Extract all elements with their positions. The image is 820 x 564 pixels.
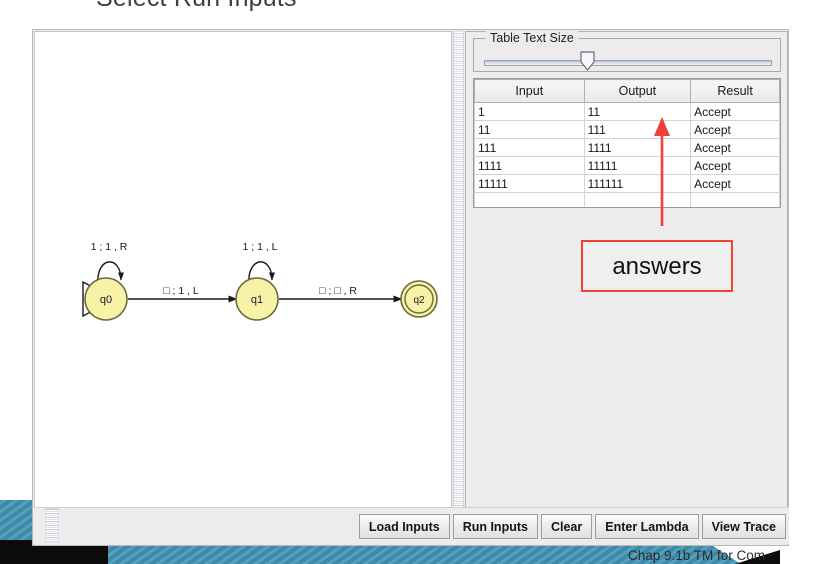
table-row: 1 11 Accept bbox=[474, 102, 780, 121]
cell-input[interactable] bbox=[474, 192, 585, 207]
action-buttons: Load Inputs Run Inputs Clear Enter Lambd… bbox=[358, 514, 786, 539]
view-trace-button[interactable]: View Trace bbox=[701, 514, 786, 539]
results-table: Input Output Result 1 11 Accept 11 111 A… bbox=[474, 79, 780, 207]
run-inputs-pane: Table Text Size Input Output Result 1 11… bbox=[465, 31, 788, 509]
enter-lambda-button[interactable]: Enter Lambda bbox=[595, 514, 699, 539]
transition-label-q1-q2: □ ; □ , R bbox=[319, 285, 357, 297]
cell-result[interactable]: Accept bbox=[690, 120, 780, 139]
table-text-size-slider[interactable] bbox=[484, 51, 772, 71]
table-row: 111 1111 Accept bbox=[474, 138, 780, 157]
cell-result[interactable]: Accept bbox=[690, 102, 780, 121]
cell-input[interactable]: 1111 bbox=[474, 156, 585, 175]
cell-output[interactable]: 111111 bbox=[583, 174, 692, 193]
column-header-result[interactable]: Result bbox=[690, 79, 780, 103]
cell-result[interactable]: Accept bbox=[690, 138, 780, 157]
slider-thumb[interactable] bbox=[580, 51, 595, 71]
cell-result[interactable]: Accept bbox=[690, 174, 780, 193]
table-row: 11 111 Accept bbox=[474, 120, 780, 139]
cell-result[interactable] bbox=[690, 192, 780, 207]
cell-input[interactable]: 11 bbox=[474, 120, 585, 139]
cell-result[interactable]: Accept bbox=[690, 156, 780, 175]
table-text-size-legend: Table Text Size bbox=[486, 31, 578, 45]
slide-footer: Chap 9.1b TM for Com bbox=[628, 548, 766, 563]
annotation-answers-label: answers bbox=[612, 253, 702, 280]
split-pane-divider[interactable] bbox=[453, 31, 464, 509]
slider-track bbox=[484, 60, 772, 66]
table-row: 1111 11111 Accept bbox=[474, 156, 780, 175]
run-inputs-button[interactable]: Run Inputs bbox=[452, 514, 538, 539]
table-row: 11111 111111 Accept bbox=[474, 174, 780, 193]
automaton-diagram: q0 q1 q2 1 ; 1 , R 1 ; 1 , L □ ; 1 , L □… bbox=[82, 241, 438, 321]
cell-input[interactable]: 1 bbox=[474, 102, 585, 121]
jflap-window: q0 q1 q2 1 ; 1 , R 1 ; 1 , L □ ; 1 , L □… bbox=[32, 29, 789, 546]
state-q1-label: q1 bbox=[251, 294, 263, 306]
transition-label-q0-q1: □ ; 1 , L bbox=[163, 285, 199, 297]
cell-output[interactable]: 11 bbox=[583, 102, 692, 121]
column-header-output[interactable]: Output bbox=[583, 79, 692, 103]
table-row bbox=[474, 192, 780, 207]
slide-title: Select Run Inputs bbox=[96, 0, 297, 13]
cell-output[interactable]: 11111 bbox=[583, 156, 692, 175]
cell-output[interactable]: 1111 bbox=[583, 138, 692, 157]
state-q0-label: q0 bbox=[100, 294, 112, 306]
state-q2-label: q2 bbox=[413, 295, 425, 306]
transition-label-q0-self: 1 ; 1 , R bbox=[91, 241, 128, 253]
pane-resize-grip[interactable] bbox=[45, 508, 59, 542]
transition-label-q1-self: 1 ; 1 , L bbox=[242, 241, 277, 253]
cell-output[interactable]: 111 bbox=[583, 120, 692, 139]
automaton-canvas[interactable]: q0 q1 q2 1 ; 1 , R 1 ; 1 , L □ ; 1 , L □… bbox=[34, 31, 452, 509]
table-header-row: Input Output Result bbox=[474, 79, 780, 103]
results-table-wrapper[interactable]: Input Output Result 1 11 Accept 11 111 A… bbox=[473, 78, 781, 208]
bottom-toolbar: Load Inputs Run Inputs Clear Enter Lambd… bbox=[34, 507, 789, 544]
cell-input[interactable]: 11111 bbox=[474, 174, 585, 193]
table-text-size-group: Table Text Size bbox=[473, 31, 781, 72]
annotation-answers-box: answers bbox=[581, 240, 733, 292]
bullet-icon: ▸ bbox=[66, 0, 76, 2]
load-inputs-button[interactable]: Load Inputs bbox=[358, 514, 450, 539]
results-table-body: 1 11 Accept 11 111 Accept 111 1111 Accep… bbox=[474, 102, 780, 207]
slide-canvas: ▸ Select Run Inputs bbox=[0, 0, 820, 564]
clear-button[interactable]: Clear bbox=[540, 514, 593, 539]
column-header-input[interactable]: Input bbox=[474, 79, 585, 103]
cell-output[interactable] bbox=[583, 192, 692, 207]
cell-input[interactable]: 111 bbox=[474, 138, 585, 157]
